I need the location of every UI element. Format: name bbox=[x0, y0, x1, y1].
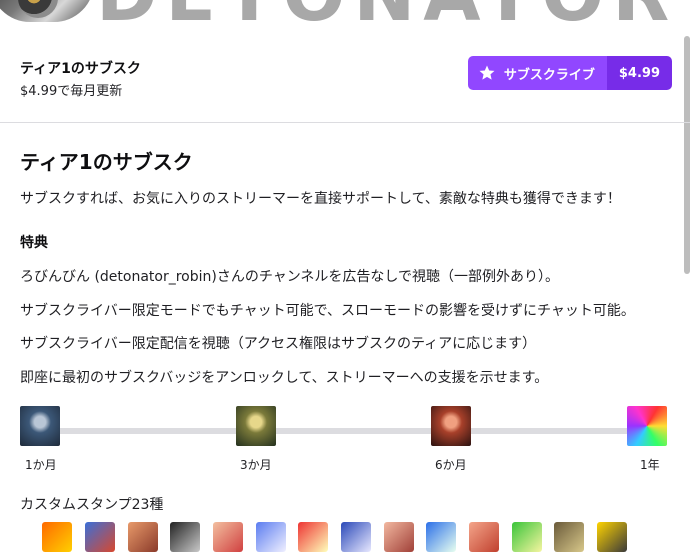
emote-5-icon[interactable] bbox=[213, 522, 243, 552]
subscribe-label: サブスクライブ bbox=[503, 67, 595, 83]
channel-banner: DETONATOR bbox=[0, 0, 690, 24]
tier-header: ティア1のサブスク $4.99で毎月更新 サブスクライブ $4.99 bbox=[20, 56, 672, 104]
emote-10-icon[interactable] bbox=[426, 522, 456, 552]
divider bbox=[0, 122, 690, 123]
emote-6-icon[interactable] bbox=[256, 522, 286, 552]
badge-label: 6か月 bbox=[435, 458, 467, 472]
section-title: ティア1のサブスク bbox=[20, 150, 193, 174]
robot-badge-red-icon[interactable] bbox=[431, 406, 471, 446]
emote-9-icon[interactable] bbox=[384, 522, 414, 552]
emote-7-icon[interactable] bbox=[298, 522, 328, 552]
badge-label: 1年 bbox=[640, 458, 660, 472]
emote-12-icon[interactable] bbox=[512, 522, 542, 552]
subscribe-button[interactable]: サブスクライブ $4.99 bbox=[467, 56, 672, 90]
badge-progress-track bbox=[50, 428, 638, 434]
benefit-item: サブスクライバー限定モードでもチャット可能で、スローモードの影響を受けずにチャッ… bbox=[20, 303, 635, 319]
benefit-item: ろびんびん (detonator_robin)さんのチャンネルを広告なしで視聴（… bbox=[20, 269, 560, 285]
emote-2-icon[interactable] bbox=[85, 522, 115, 552]
tier-name: ティア1のサブスク bbox=[20, 61, 141, 77]
emote-1-icon[interactable] bbox=[42, 522, 72, 552]
robot-badge-blue-icon[interactable] bbox=[20, 406, 60, 446]
subscribe-price[interactable]: $4.99 bbox=[606, 56, 672, 90]
star-icon bbox=[479, 65, 495, 80]
banner-text: DETONATOR bbox=[96, 0, 677, 24]
benefits-title: 特典 bbox=[20, 235, 48, 251]
emotes-title: カスタムスタンプ23種 bbox=[20, 497, 164, 513]
emote-14-icon[interactable] bbox=[597, 522, 627, 552]
section-description: サブスクすれば、お気に入りのストリーマーを直接サポートして、素敵な特典も獲得でき… bbox=[20, 191, 621, 207]
scrollbar-thumb[interactable] bbox=[684, 36, 690, 274]
emote-8-icon[interactable] bbox=[341, 522, 371, 552]
benefit-item: 即座に最初のサブスクバッジをアンロックして、ストリーマーへの支援を示せます。 bbox=[20, 370, 549, 386]
emote-4-icon[interactable] bbox=[170, 522, 200, 552]
emote-3-icon[interactable] bbox=[128, 522, 158, 552]
robot-badge-gold-icon[interactable] bbox=[236, 406, 276, 446]
badge-progress: 1か月 3か月 6か月 1年 bbox=[20, 406, 668, 472]
robot-badge-rainbow-icon[interactable] bbox=[627, 406, 667, 446]
tier-price-renewal: $4.99で毎月更新 bbox=[20, 84, 123, 99]
benefit-item: サブスクライバー限定配信を視聴（アクセス権限はサブスクのティアに応じます） bbox=[20, 336, 537, 352]
emote-13-icon[interactable] bbox=[554, 522, 584, 552]
badge-label: 3か月 bbox=[240, 458, 272, 472]
emote-11-icon[interactable] bbox=[469, 522, 499, 552]
subscribe-button-main[interactable]: サブスクライブ bbox=[467, 56, 607, 90]
badge-label: 1か月 bbox=[25, 458, 57, 472]
channel-logo-icon bbox=[0, 0, 94, 22]
